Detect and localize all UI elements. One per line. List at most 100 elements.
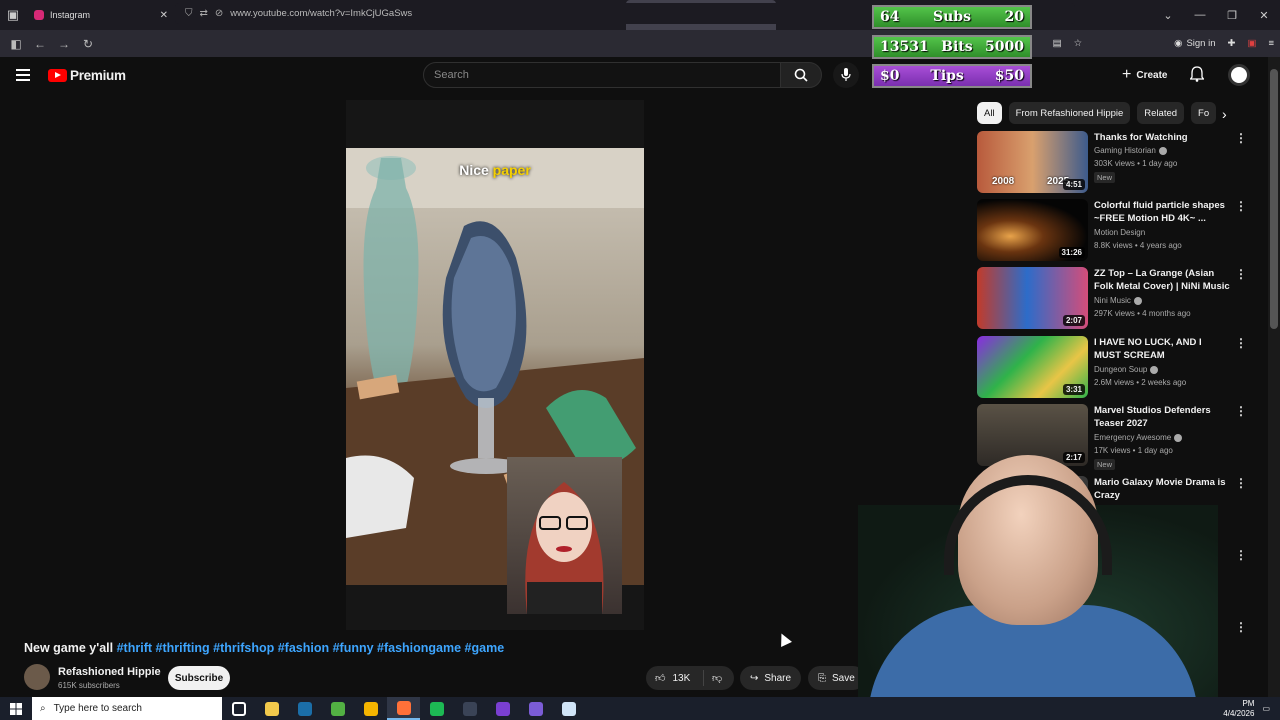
filter-chip[interactable]: From Refashioned Hippie xyxy=(1008,102,1131,124)
sidebar-toggle-icon[interactable]: ◧ xyxy=(4,37,28,51)
more-actions-icon[interactable]: ⋮ xyxy=(1235,131,1247,145)
permissions-icon[interactable]: ⇄ xyxy=(200,8,208,19)
related-video-title[interactable]: Marvel Studios Defenders Teaser 2027 xyxy=(1094,404,1230,430)
more-actions-icon[interactable]: ⋮ xyxy=(1235,620,1247,634)
spotify-icon xyxy=(429,701,444,716)
user-avatar[interactable] xyxy=(1228,64,1250,86)
bookmark-star-icon[interactable]: ☆ xyxy=(1074,38,1083,49)
plus-icon: + xyxy=(1122,66,1132,83)
filter-chip[interactable]: Fo xyxy=(1191,102,1217,124)
more-actions-icon[interactable]: ⋮ xyxy=(1235,548,1247,562)
extension-badge-icon[interactable]: ▣ xyxy=(1247,38,1256,49)
channel-name[interactable]: Refashioned Hippie xyxy=(58,666,161,678)
create-label: Create xyxy=(1136,69,1168,81)
more-actions-icon[interactable]: ⋮ xyxy=(1235,199,1247,213)
system-tray: PM 4/4/2026 ▭ xyxy=(1223,697,1270,720)
page-scrollbar[interactable] xyxy=(1268,57,1280,697)
more-actions-icon[interactable]: ⋮ xyxy=(1235,476,1247,490)
minimize-button[interactable]: — xyxy=(1184,9,1216,21)
tab-overview-icon[interactable]: ▣ xyxy=(0,0,26,30)
share-button[interactable]: ↪ Share xyxy=(740,666,802,690)
related-video-channel[interactable]: Nini Music xyxy=(1094,296,1142,305)
related-video-title[interactable]: Thanks for Watching xyxy=(1094,131,1230,144)
video-thumbnail[interactable]: 2008 2025 4:51 xyxy=(977,131,1088,193)
filter-chip[interactable]: Related xyxy=(1137,102,1185,124)
app-taskbar-button[interactable] xyxy=(552,697,585,720)
more-actions-icon[interactable]: ⋮ xyxy=(1235,336,1247,350)
steam-taskbar-button[interactable] xyxy=(288,697,321,720)
taskbar-search-input[interactable]: ⌕ Type here to search xyxy=(32,697,222,720)
back-button[interactable]: ← xyxy=(28,37,52,51)
windows-logo-icon xyxy=(10,702,22,715)
related-video-title[interactable]: ZZ Top – La Grange (Asian Folk Metal Cov… xyxy=(1094,267,1230,293)
voice-search-button[interactable] xyxy=(833,62,859,88)
reload-button[interactable]: ↻ xyxy=(76,37,100,51)
clock[interactable]: PM 4/4/2026 xyxy=(1223,699,1254,719)
video-thumbnail[interactable]: 2:07 xyxy=(977,267,1088,329)
video-title-hashtags[interactable]: #thrift #thrifting #thrifshop #fashion #… xyxy=(117,641,505,655)
related-video-channel[interactable]: Dungeon Soup xyxy=(1094,365,1159,374)
channel-name: Nini Music xyxy=(1094,296,1131,305)
forward-button[interactable]: → xyxy=(52,37,76,51)
guide-menu-icon[interactable] xyxy=(16,69,30,81)
task-view-taskbar-button[interactable] xyxy=(222,697,255,720)
counter-left: $0 xyxy=(880,68,900,84)
notification-center-icon[interactable]: ▭ xyxy=(1262,704,1270,713)
save-button[interactable]: ⎘ Save xyxy=(808,666,865,690)
subscribe-button[interactable]: Subscribe xyxy=(168,666,230,690)
xbox-taskbar-button[interactable] xyxy=(321,697,354,720)
obs-taskbar-button[interactable] xyxy=(519,697,552,720)
youtube-premium-logo[interactable]: Premium xyxy=(48,68,126,83)
restore-button[interactable]: ❐ xyxy=(1216,9,1248,22)
like-button[interactable]: 👍︎ 13K xyxy=(646,670,704,686)
channel-subscriber-count: 615K subscribers xyxy=(58,681,120,690)
scrollbar-thumb[interactable] xyxy=(1270,69,1278,329)
chips-next-arrow-icon[interactable]: › xyxy=(1222,106,1227,122)
related-video-item[interactable]: 2008 2025 4:51 Thanks for Watching Gaming Hi… xyxy=(977,131,1247,195)
account-icon[interactable]: ◉ xyxy=(1174,38,1182,49)
search-input[interactable]: Search xyxy=(423,62,781,88)
related-video-title[interactable]: I HAVE NO LUCK, AND I MUST SCREAM xyxy=(1094,336,1230,362)
related-video-channel[interactable]: Emergency Awesome xyxy=(1094,433,1183,442)
no-track-icon[interactable]: ⊘ xyxy=(215,8,223,19)
create-button[interactable]: + Create xyxy=(1122,65,1167,85)
channel-name: Gaming Historian xyxy=(1094,146,1156,155)
notifications-button[interactable] xyxy=(1189,66,1205,87)
tab-list-chevron-icon[interactable]: ⌄ xyxy=(1152,9,1184,22)
terminal-taskbar-button[interactable] xyxy=(453,697,486,720)
reader-view-icon[interactable]: ▤ xyxy=(1053,38,1062,49)
caption-word-1: Nice xyxy=(459,162,489,178)
search-button[interactable] xyxy=(780,62,822,88)
file-explorer-taskbar-button[interactable] xyxy=(255,697,288,720)
related-video-item[interactable]: 31:26 Colorful fluid particle shapes ~FRE… xyxy=(977,199,1247,263)
menu-icon[interactable]: ≡ xyxy=(1268,38,1274,49)
counter-left: 13531 xyxy=(880,39,929,55)
tab-close-icon[interactable]: ✕ xyxy=(160,10,168,21)
related-video-title[interactable]: Colorful fluid particle shapes ~FREE Mot… xyxy=(1094,199,1230,225)
more-actions-icon[interactable]: ⋮ xyxy=(1235,404,1247,418)
shield-icon[interactable]: ⛉ xyxy=(185,8,193,19)
creator-face-illustration xyxy=(525,482,604,614)
xbox-icon xyxy=(330,701,345,716)
related-video-item[interactable]: 3:31 I HAVE NO LUCK, AND I MUST SCREAM Dun… xyxy=(977,336,1247,400)
counter-right: 20 xyxy=(1004,9,1024,25)
filter-chip[interactable]: All xyxy=(977,102,1002,124)
video-thumbnail[interactable]: 3:31 xyxy=(977,336,1088,398)
dislike-button[interactable]: 👎︎ xyxy=(704,672,722,684)
browser-tab[interactable]: Instagram ✕ xyxy=(26,0,176,30)
spotify-taskbar-button[interactable] xyxy=(420,697,453,720)
start-button[interactable] xyxy=(0,702,32,715)
channel-avatar[interactable] xyxy=(24,664,50,690)
more-actions-icon[interactable]: ⋮ xyxy=(1235,267,1247,281)
related-video-channel[interactable]: Motion Design xyxy=(1094,228,1145,237)
search-icon: ⌕ xyxy=(40,703,46,714)
close-window-button[interactable]: ✕ xyxy=(1248,9,1280,22)
extensions-icon[interactable]: ✚ xyxy=(1228,38,1236,49)
sign-in-button[interactable]: Sign in xyxy=(1186,38,1215,49)
related-video-channel[interactable]: Gaming Historian xyxy=(1094,146,1167,155)
related-video-item[interactable]: 2:07 ZZ Top – La Grange (Asian Folk Metal… xyxy=(977,267,1247,331)
firefox-taskbar-button[interactable] xyxy=(387,697,420,720)
video-thumbnail[interactable]: 31:26 xyxy=(977,199,1088,261)
nzxt-taskbar-button[interactable] xyxy=(486,697,519,720)
chrome-taskbar-button[interactable] xyxy=(354,697,387,720)
